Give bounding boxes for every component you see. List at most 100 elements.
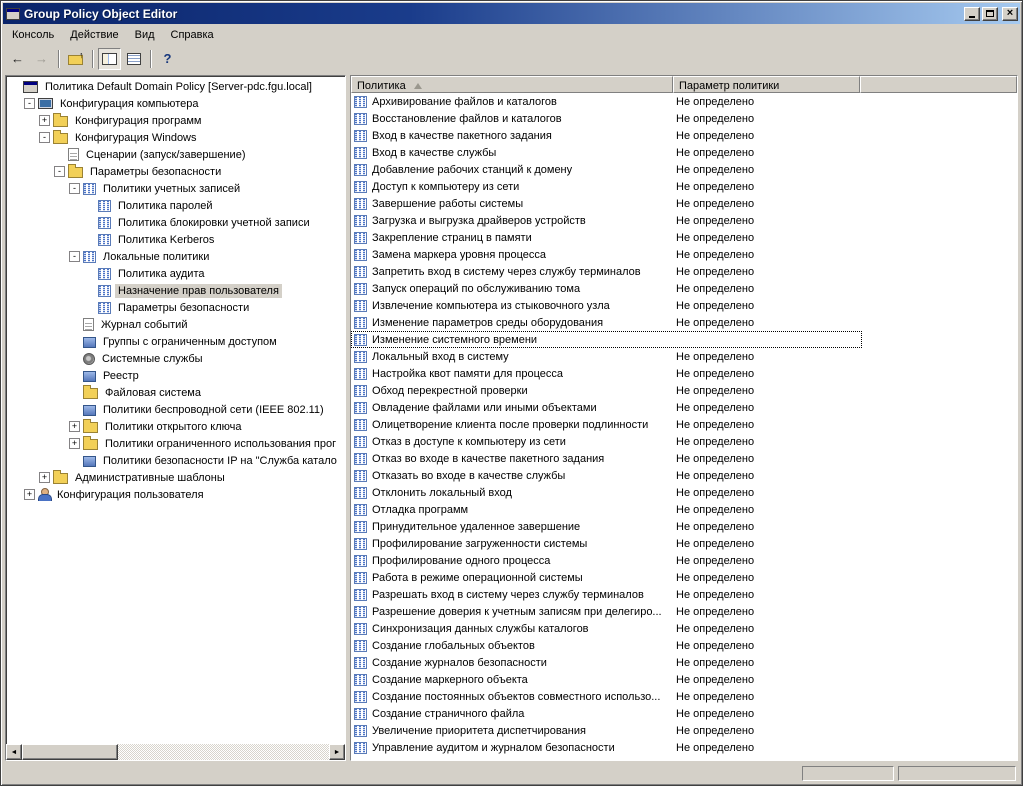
tree-item[interactable]: Политика паролей: [6, 197, 345, 214]
tree-item-label[interactable]: Политики открытого ключа: [102, 420, 244, 434]
tree-item[interactable]: Назначение прав пользователя: [6, 282, 345, 299]
tree-item-label[interactable]: Локальные политики: [100, 250, 212, 264]
tree-item-label[interactable]: Административные шаблоны: [72, 471, 228, 485]
policy-row[interactable]: Разрешение доверия к учетным записям при…: [351, 603, 1017, 620]
policy-row[interactable]: Работа в режиме операционной системыНе о…: [351, 569, 1017, 586]
expand-plus-icon[interactable]: +: [69, 438, 80, 449]
tree-horizontal-scrollbar[interactable]: ◄ ►: [6, 744, 345, 760]
tree-item[interactable]: - Параметры безопасности: [6, 163, 345, 180]
tree-item[interactable]: Файловая система: [6, 384, 345, 401]
show-hide-tree-button[interactable]: [98, 48, 121, 70]
forward-button[interactable]: →: [30, 48, 53, 70]
policy-row[interactable]: Завершение работы системыНе определено: [351, 195, 1017, 212]
tree-item-label[interactable]: Реестр: [100, 369, 142, 383]
collapse-minus-icon[interactable]: -: [69, 251, 80, 262]
expand-plus-icon[interactable]: +: [24, 489, 35, 500]
policy-row[interactable]: Отклонить локальный входНе определено: [351, 484, 1017, 501]
tree-item[interactable]: + Конфигурация пользователя: [6, 486, 345, 503]
close-button[interactable]: ×: [1002, 7, 1018, 21]
back-button[interactable]: ←: [6, 48, 29, 70]
policy-row[interactable]: Закрепление страниц в памятиНе определен…: [351, 229, 1017, 246]
tree-item-label[interactable]: Системные службы: [99, 352, 206, 366]
tree-item-label[interactable]: Политики ограниченного использования про…: [102, 437, 339, 451]
scroll-right-button[interactable]: ►: [329, 744, 345, 760]
menu-item-справка[interactable]: Справка: [163, 27, 222, 43]
tree-item[interactable]: Политика Kerberos: [6, 231, 345, 248]
scrollbar-track[interactable]: [22, 744, 329, 760]
policy-row[interactable]: Вход в качестве службыНе определено: [351, 144, 1017, 161]
tree-item[interactable]: + Конфигурация программ: [6, 112, 345, 129]
tree-item[interactable]: +Административные шаблоны: [6, 469, 345, 486]
policy-row[interactable]: Создание журналов безопасностиНе определ…: [351, 654, 1017, 671]
tree-item-label[interactable]: Политика паролей: [115, 199, 216, 213]
policy-row[interactable]: Управление аудитом и журналом безопаснос…: [351, 739, 1017, 756]
tree-item[interactable]: Политика блокировки учетной записи: [6, 214, 345, 231]
tree-item[interactable]: - Локальные политики: [6, 248, 345, 265]
policy-row[interactable]: Локальный вход в системуНе определено: [351, 348, 1017, 365]
policy-row[interactable]: Создание глобальных объектовНе определен…: [351, 637, 1017, 654]
policy-row[interactable]: Профилирование одного процессаНе определ…: [351, 552, 1017, 569]
tree-item-label[interactable]: Политика блокировки учетной записи: [115, 216, 313, 230]
tree-item-label[interactable]: Файловая система: [102, 386, 204, 400]
tree-item[interactable]: Политика Default Domain Policy [Server-p…: [6, 78, 345, 95]
tree-item-label[interactable]: Группы с ограниченным доступом: [100, 335, 280, 349]
export-list-button[interactable]: [122, 48, 145, 70]
menu-item-вид[interactable]: Вид: [127, 27, 163, 43]
tree-item[interactable]: Параметры безопасности: [6, 299, 345, 316]
tree-item-label[interactable]: Сценарии (запуск/завершение): [83, 148, 248, 162]
policy-row[interactable]: Настройка квот памяти для процессаНе опр…: [351, 365, 1017, 382]
policy-row[interactable]: Восстановление файлов и каталоговНе опре…: [351, 110, 1017, 127]
tree-item[interactable]: Сценарии (запуск/завершение): [6, 146, 345, 163]
expand-plus-icon[interactable]: +: [69, 421, 80, 432]
maximize-button[interactable]: [982, 7, 998, 21]
policy-row[interactable]: Принудительное удаленное завершениеНе оп…: [351, 518, 1017, 535]
policy-row[interactable]: Овладение файлами или иными объектамиНе …: [351, 399, 1017, 416]
policy-row[interactable]: Извлечение компьютера из стыковочного уз…: [351, 297, 1017, 314]
collapse-minus-icon[interactable]: -: [39, 132, 50, 143]
policy-row[interactable]: Отказ в доступе к компьютеру из сетиНе о…: [351, 433, 1017, 450]
tree-item-label[interactable]: Конфигурация Windows: [72, 131, 200, 145]
tree-item[interactable]: - Конфигурация компьютера: [6, 95, 345, 112]
tree-item[interactable]: + Политики ограниченного использования пр…: [6, 435, 345, 452]
tree-item-label[interactable]: Конфигурация программ: [72, 114, 204, 128]
policy-row[interactable]: Увеличение приоритета диспетчированияНе …: [351, 722, 1017, 739]
collapse-minus-icon[interactable]: -: [24, 98, 35, 109]
policy-row[interactable]: Вход в качестве пакетного заданияНе опре…: [351, 127, 1017, 144]
policy-row[interactable]: Создание постоянных объектов совместного…: [351, 688, 1017, 705]
tree-item[interactable]: Журнал событий: [6, 316, 345, 333]
policy-row[interactable]: Разрешать вход в систему через службу те…: [351, 586, 1017, 603]
tree-item-label[interactable]: Политика аудита: [115, 267, 207, 281]
tree-item[interactable]: Политики безопасности IP на "Служба ката…: [6, 452, 345, 469]
menu-item-консоль[interactable]: Консоль: [4, 27, 62, 43]
up-button[interactable]: [64, 48, 87, 70]
tree-item[interactable]: Политика аудита: [6, 265, 345, 282]
policy-row[interactable]: Олицетворение клиента после проверки под…: [351, 416, 1017, 433]
tree-item[interactable]: Реестр: [6, 367, 345, 384]
scrollbar-thumb[interactable]: [22, 744, 118, 760]
scroll-left-button[interactable]: ◄: [6, 744, 22, 760]
tree-item-label[interactable]: Конфигурация компьютера: [57, 97, 201, 111]
tree-item-label[interactable]: Параметры безопасности: [87, 165, 224, 179]
policy-row[interactable]: Запуск операций по обслуживанию томаНе о…: [351, 280, 1017, 297]
column-header-policy[interactable]: Политика: [351, 76, 673, 93]
collapse-minus-icon[interactable]: -: [54, 166, 65, 177]
tree-item[interactable]: + Политики открытого ключа: [6, 418, 345, 435]
policy-row[interactable]: Загрузка и выгрузка драйверов устройствН…: [351, 212, 1017, 229]
tree-item-label[interactable]: Конфигурация пользователя: [54, 488, 207, 502]
policy-row[interactable]: Отказ во входе в качестве пакетного зада…: [351, 450, 1017, 467]
policy-row[interactable]: Отказать во входе в качестве службыНе оп…: [351, 467, 1017, 484]
tree-item-label[interactable]: Параметры безопасности: [115, 301, 252, 315]
tree-item[interactable]: Системные службы: [6, 350, 345, 367]
help-button[interactable]: ?: [156, 48, 179, 70]
tree-item-label[interactable]: Политика Default Domain Policy [Server-p…: [42, 80, 315, 94]
policy-row[interactable]: Запретить вход в систему через службу те…: [351, 263, 1017, 280]
menu-item-действие[interactable]: Действие: [62, 27, 126, 43]
expand-plus-icon[interactable]: +: [39, 115, 50, 126]
tree-item-label[interactable]: Политики беспроводной сети (IEEE 802.11): [100, 403, 327, 417]
collapse-minus-icon[interactable]: -: [69, 183, 80, 194]
policy-row[interactable]: Доступ к компьютеру из сетиНе определено: [351, 178, 1017, 195]
tree-item[interactable]: - Конфигурация Windows: [6, 129, 345, 146]
policy-row[interactable]: Архивирование файлов и каталоговНе опред…: [351, 93, 1017, 110]
tree-item[interactable]: Политики беспроводной сети (IEEE 802.11): [6, 401, 345, 418]
tree-item[interactable]: -Политики учетных записей: [6, 180, 345, 197]
